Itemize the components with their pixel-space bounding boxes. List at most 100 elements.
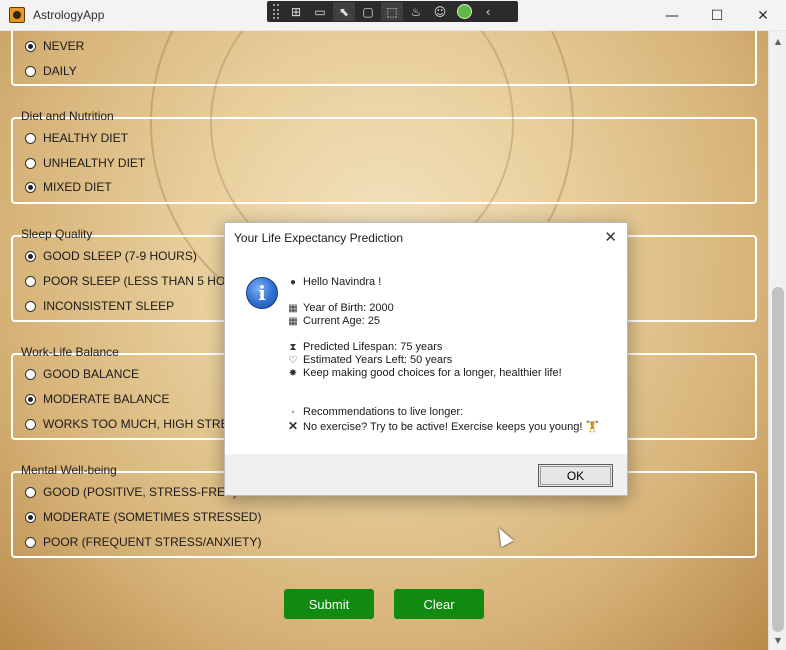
radio-label: GOOD (POSITIVE, STRESS-FREE) [43, 485, 238, 499]
radio-button[interactable] [25, 368, 36, 380]
radio-label: GOOD BALANCE [43, 367, 140, 381]
radio-diet-unhealthy[interactable]: UNHEALTHY DIET [25, 156, 145, 170]
group-exercise: NEVER DAILY [11, 31, 757, 86]
radio-exercise-daily[interactable]: DAILY [25, 64, 77, 78]
radio-label: MODERATE (SOMETIMES STRESSED) [43, 510, 262, 524]
radio-exercise-never[interactable]: NEVER [25, 39, 84, 53]
select-element-icon[interactable]: ⬉ [333, 2, 355, 21]
radio-button[interactable] [25, 275, 36, 287]
dialog-footer: OK [225, 454, 627, 495]
birth-year-line: ▦ Year of Birth: 2000 [287, 302, 394, 314]
radio-label: HEALTHY DIET [43, 131, 128, 145]
scroll-down-arrow-icon[interactable]: ▼ [769, 632, 786, 648]
hot-reload-icon[interactable]: ♨ [405, 2, 427, 21]
radio-label: MIXED DIET [43, 180, 112, 194]
clear-button[interactable]: Clear [394, 589, 484, 619]
radio-label: UNHEALTHY DIET [43, 156, 146, 170]
display-layout-adorners-icon[interactable]: ▢ [357, 2, 379, 21]
vertical-scrollbar[interactable]: ▲ ▼ [768, 31, 786, 650]
cross-icon: ✕ [287, 419, 299, 433]
radio-label: MODERATE BALANCE [43, 392, 170, 406]
radio-label: NEVER [43, 39, 85, 53]
radio-button[interactable] [25, 65, 36, 77]
calendar-icon: ▦ [288, 302, 298, 314]
age-text: Current Age: 25 [303, 315, 381, 327]
submit-button[interactable]: Submit [284, 589, 374, 619]
radio-diet-mixed[interactable]: MIXED DIET [25, 180, 112, 194]
radio-button[interactable] [25, 132, 36, 144]
radio-mental-moderate[interactable]: MODERATE (SOMETIMES STRESSED) [25, 510, 261, 524]
radio-worklife-moderate[interactable]: MODERATE BALANCE [25, 392, 169, 406]
hourglass-icon: ⧗ [289, 341, 297, 353]
group-label-sleep: Sleep Quality [21, 227, 93, 241]
recommendations-header-text: Recommendations to live longer: [303, 406, 464, 418]
radio-mental-poor[interactable]: POOR (FREQUENT STRESS/ANXIETY) [25, 535, 261, 549]
recommendation-line: ✕ No exercise? Try to be active! Exercis… [287, 419, 599, 433]
encouragement-text: Keep making good choices for a longer, h… [303, 367, 562, 379]
radio-button-checked[interactable] [25, 511, 36, 523]
radio-label: DAILY [43, 64, 77, 78]
radio-button-checked[interactable] [25, 393, 36, 405]
radio-mental-good[interactable]: GOOD (POSITIVE, STRESS-FREE) [25, 485, 237, 499]
radio-sleep-good[interactable]: GOOD SLEEP (7-9 HOURS) [25, 249, 197, 263]
radio-button-checked[interactable] [25, 250, 36, 262]
encouragement-line: ✸ Keep making good choices for a longer,… [287, 367, 562, 379]
age-line: ▦ Current Age: 25 [287, 315, 380, 327]
prediction-dialog: Your Life Expectancy Prediction ✕ i ● He… [224, 222, 628, 496]
radio-sleep-inconsistent[interactable]: INCONSISTENT SLEEP [25, 299, 174, 313]
scrollbar-thumb[interactable] [772, 287, 784, 632]
wave-icon: ● [289, 276, 297, 288]
recommendation-text: No exercise? Try to be active! Exercise … [303, 420, 600, 433]
birth-year-text: Year of Birth: 2000 [303, 302, 394, 314]
live-visual-tree-icon[interactable]: ⊞ [285, 2, 307, 21]
ok-button[interactable]: OK [538, 464, 613, 487]
close-button[interactable]: ✕ [740, 0, 786, 31]
dialog-title: Your Life Expectancy Prediction [234, 231, 403, 245]
radio-sleep-poor[interactable]: POOR SLEEP (LESS THAN 5 HOURS) [25, 274, 255, 288]
sparkle-icon: ✸ [288, 367, 298, 379]
information-icon: i [246, 277, 278, 309]
title-bar: AstrologyApp ⊞ ▭ ⬉ ▢ ⬚ ♨ ☺ ‹ — ☐ ✕ [0, 0, 786, 31]
years-left-text: Estimated Years Left: 50 years [303, 354, 453, 366]
xaml-debug-toolbar: ⊞ ▭ ⬉ ▢ ⬚ ♨ ☺ ‹ [267, 1, 518, 22]
window-title: AstrologyApp [33, 8, 105, 22]
app-icon [9, 7, 25, 23]
radio-button-checked[interactable] [25, 40, 36, 52]
group-label-work-life: Work-Life Balance [21, 345, 119, 359]
calendar-icon: ▦ [288, 315, 298, 327]
collapse-icon[interactable]: ‹ [477, 2, 499, 21]
years-left-line: ♡ Estimated Years Left: 50 years [287, 354, 453, 366]
radio-button-checked[interactable] [25, 181, 36, 193]
greeting-line: ● Hello Navindra ! [287, 276, 381, 288]
lifespan-line: ⧗ Predicted Lifespan: 75 years [287, 341, 442, 353]
accessibility-icon[interactable]: ☺ [429, 2, 451, 21]
status-ok-icon[interactable] [453, 2, 475, 21]
radio-worklife-good[interactable]: GOOD BALANCE [25, 367, 139, 381]
record-icon[interactable]: ▭ [309, 2, 331, 21]
radio-label: WORKS TOO MUCH, HIGH STRESS [43, 417, 245, 431]
bullet-icon: ◦ [291, 406, 295, 418]
radio-button[interactable] [25, 157, 36, 169]
radio-label: GOOD SLEEP (7-9 HOURS) [43, 249, 197, 263]
track-focus-icon[interactable]: ⬚ [381, 2, 403, 21]
radio-button[interactable] [25, 418, 36, 430]
radio-diet-healthy[interactable]: HEALTHY DIET [25, 131, 128, 145]
greeting-text: Hello Navindra ! [303, 276, 382, 288]
lifespan-text: Predicted Lifespan: 75 years [303, 341, 443, 353]
radio-label: POOR (FREQUENT STRESS/ANXIETY) [43, 535, 262, 549]
scroll-up-arrow-icon[interactable]: ▲ [769, 33, 786, 49]
radio-button[interactable] [25, 486, 36, 498]
radio-label: INCONSISTENT SLEEP [43, 299, 175, 313]
group-label-diet: Diet and Nutrition [21, 109, 114, 123]
maximize-button[interactable]: ☐ [694, 0, 740, 31]
dialog-body: i ● Hello Navindra ! ▦ Year of Birth: 20… [225, 254, 627, 454]
radio-button[interactable] [25, 536, 36, 548]
radio-button[interactable] [25, 300, 36, 312]
dialog-close-button[interactable]: ✕ [604, 228, 617, 246]
radio-worklife-high-stress[interactable]: WORKS TOO MUCH, HIGH STRESS [25, 417, 245, 431]
radio-label: POOR SLEEP (LESS THAN 5 HOURS) [43, 274, 255, 288]
group-diet: Diet and Nutrition HEALTHY DIET UNHEALTH… [11, 109, 757, 204]
recommendations-header-line: ◦ Recommendations to live longer: [287, 406, 463, 418]
minimize-button[interactable]: — [649, 0, 695, 31]
toolbar-grip-icon[interactable] [273, 4, 279, 19]
